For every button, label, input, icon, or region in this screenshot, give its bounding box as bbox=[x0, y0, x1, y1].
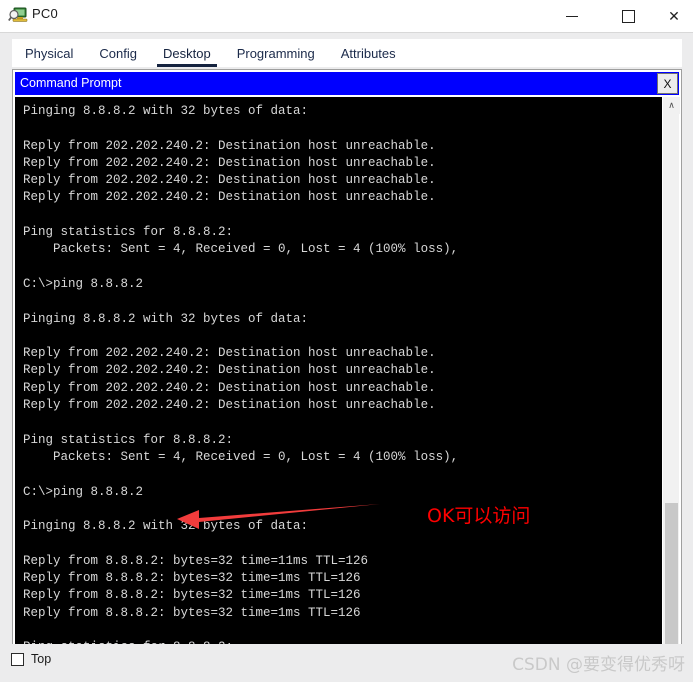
tab-desktop[interactable]: Desktop bbox=[150, 43, 224, 67]
minimize-icon bbox=[566, 15, 578, 17]
terminal-line: Reply from 202.202.240.2: Destination ho… bbox=[23, 173, 436, 188]
top-checkbox-label: Top bbox=[31, 652, 52, 666]
terminal-line: Reply from 8.8.8.2: bytes=32 time=1ms TT… bbox=[23, 571, 361, 586]
close-button[interactable]: ✕ bbox=[651, 0, 693, 32]
tab-physical[interactable]: Physical bbox=[12, 43, 86, 67]
watermark: CSDN @要变得优秀呀 bbox=[512, 655, 685, 675]
terminal-line: C:\>ping 8.8.8.2 bbox=[23, 276, 144, 291]
terminal-line: Packets: Sent = 4, Received = 0, Lost = … bbox=[23, 449, 459, 464]
command-prompt-close-button[interactable]: X bbox=[657, 73, 678, 94]
window-titlebar: PC0 ✕ bbox=[0, 0, 693, 32]
minimize-button[interactable] bbox=[549, 0, 595, 32]
tab-programming[interactable]: Programming bbox=[224, 43, 328, 67]
terminal-output[interactable]: Pinging 8.8.8.2 with 32 bytes of data: Re… bbox=[15, 97, 679, 666]
tab-strip: Physical Config Desktop Programming Attr… bbox=[12, 39, 682, 67]
terminal-line: Pinging 8.8.8.2 with 32 bytes of data: bbox=[23, 519, 309, 534]
top-checkbox-group[interactable]: Top bbox=[11, 652, 51, 666]
terminal-line: Reply from 202.202.240.2: Destination ho… bbox=[23, 398, 436, 413]
terminal-line: Reply from 202.202.240.2: Destination ho… bbox=[23, 155, 436, 170]
maximize-button[interactable] bbox=[605, 0, 651, 32]
command-prompt-title: Command Prompt bbox=[20, 76, 122, 90]
terminal-line: Reply from 8.8.8.2: bytes=32 time=1ms TT… bbox=[23, 588, 361, 603]
window-title: PC0 bbox=[32, 6, 58, 21]
terminal-line: Reply from 202.202.240.2: Destination ho… bbox=[23, 190, 436, 205]
terminal-line: Ping statistics for 8.8.8.2: bbox=[23, 432, 234, 447]
terminal-line: C:\>ping 8.8.8.2 bbox=[23, 484, 144, 499]
device-pc-magnifier-icon bbox=[8, 5, 28, 25]
terminal-line: Reply from 202.202.240.2: Destination ho… bbox=[23, 138, 436, 153]
terminal-line: Reply from 8.8.8.2: bytes=32 time=1ms TT… bbox=[23, 605, 361, 620]
command-prompt-titlebar: Command Prompt X bbox=[15, 72, 679, 95]
tab-config[interactable]: Config bbox=[86, 43, 150, 67]
terminal-line-list: Pinging 8.8.8.2 with 32 bytes of data: Re… bbox=[23, 103, 653, 666]
tab-attributes[interactable]: Attributes bbox=[328, 43, 409, 67]
terminal-line: Ping statistics for 8.8.8.2: bbox=[23, 225, 234, 240]
terminal-line: Reply from 202.202.240.2: Destination ho… bbox=[23, 380, 436, 395]
scrollbar-thumb[interactable] bbox=[665, 503, 678, 648]
terminal-line: Reply from 8.8.8.2: bytes=32 time=11ms T… bbox=[23, 553, 369, 568]
terminal-scrollbar[interactable]: ∧ ∨ bbox=[662, 97, 680, 666]
terminal-line: Packets: Sent = 4, Received = 0, Lost = … bbox=[23, 242, 459, 257]
annotation-text: OK可以访问 bbox=[427, 505, 531, 527]
command-prompt-window: Command Prompt X Pinging 8.8.8.2 with 32… bbox=[12, 69, 682, 669]
terminal-line: Reply from 202.202.240.2: Destination ho… bbox=[23, 363, 436, 378]
device-panel: Physical Config Desktop Programming Attr… bbox=[0, 32, 693, 682]
terminal-line: Pinging 8.8.8.2 with 32 bytes of data: bbox=[23, 311, 309, 326]
maximize-icon bbox=[621, 9, 635, 23]
scroll-up-button[interactable]: ∧ bbox=[663, 97, 680, 114]
top-checkbox[interactable] bbox=[11, 652, 24, 666]
terminal-line: Reply from 202.202.240.2: Destination ho… bbox=[23, 346, 436, 361]
close-icon: ✕ bbox=[668, 8, 680, 24]
terminal-line: Pinging 8.8.8.2 with 32 bytes of data: bbox=[23, 104, 309, 118]
